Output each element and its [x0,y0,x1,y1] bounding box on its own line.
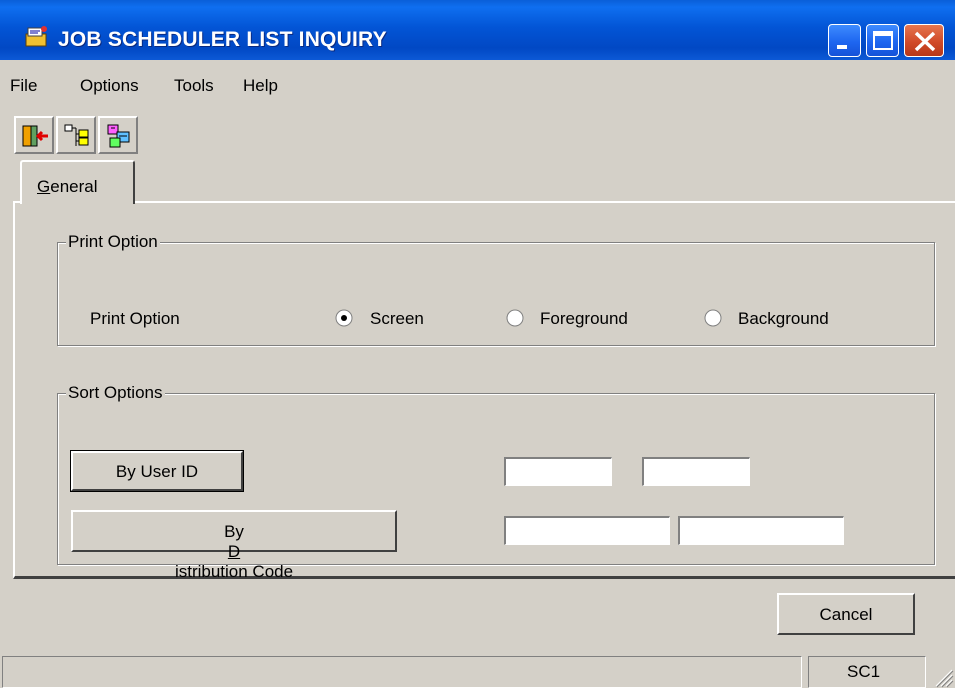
radio-foreground[interactable] [506,309,524,327]
sort-options-group-label: Sort Options [66,383,165,403]
radio-background[interactable] [704,309,722,327]
tab-general-label-rest: eneral [50,177,98,196]
status-code-cell: SC1 [808,656,926,688]
schedule-tool-button[interactable] [98,116,138,154]
app-icon [25,26,47,47]
radio-screen[interactable] [335,309,353,327]
minimize-icon [837,45,847,49]
schedule-icon [107,124,130,148]
tab-general[interactable]: General [20,160,135,204]
by-distribution-code-prefix: By [224,522,244,541]
menu-tools[interactable]: Tools [174,76,214,96]
cancel-button[interactable]: Cancel [777,593,915,635]
tree-icon [64,124,89,146]
resize-grip-icon[interactable] [930,664,954,688]
by-distribution-code-rest: istribution Code [174,562,294,581]
cancel-label: Cancel [819,605,873,624]
print-option-label: Print Option [90,309,180,328]
user-id-from-field[interactable] [504,457,612,486]
by-user-id-button[interactable]: By User ID [70,450,244,492]
minimize-button[interactable] [828,24,861,57]
by-user-id-label: By User ID [115,462,199,481]
exit-tool-button[interactable] [14,116,54,154]
by-distribution-code-label: By Distribution Code [73,522,395,582]
menu-bar: File Options Tools Help [0,62,955,102]
by-distribution-code-button[interactable]: By Distribution Code [71,510,397,581]
tree-tool-button[interactable] [56,116,96,154]
print-option-group-label: Print Option [66,232,160,252]
distribution-code-to-field[interactable] [678,516,844,545]
window-title: JOB SCHEDULER LIST INQUIRY [58,28,387,51]
radio-foreground-label[interactable]: Foreground [540,309,628,329]
toolbar [0,110,955,156]
close-icon [914,31,936,52]
tab-general-accesskey: G [37,177,51,196]
exit-icon [22,125,48,147]
maximize-icon [873,31,893,50]
status-message-cell [2,656,802,688]
radio-screen-label[interactable]: Screen [370,309,424,329]
user-id-to-field[interactable] [642,457,750,486]
menu-help[interactable]: Help [243,76,278,96]
window: JOB SCHEDULER LIST INQUIRY File Options … [0,0,955,688]
maximize-button[interactable] [866,24,899,57]
title-bar[interactable]: JOB SCHEDULER LIST INQUIRY [0,0,955,60]
radio-background-label[interactable]: Background [738,309,829,329]
distribution-code-from-field[interactable] [504,516,670,545]
status-code: SC1 [847,662,881,681]
by-distribution-code-accesskey: D [227,542,241,561]
close-button[interactable] [904,24,944,57]
menu-file[interactable]: File [10,76,37,96]
print-option-group [57,242,935,346]
menu-options[interactable]: Options [80,76,139,96]
tab-general-label: General [37,177,98,197]
